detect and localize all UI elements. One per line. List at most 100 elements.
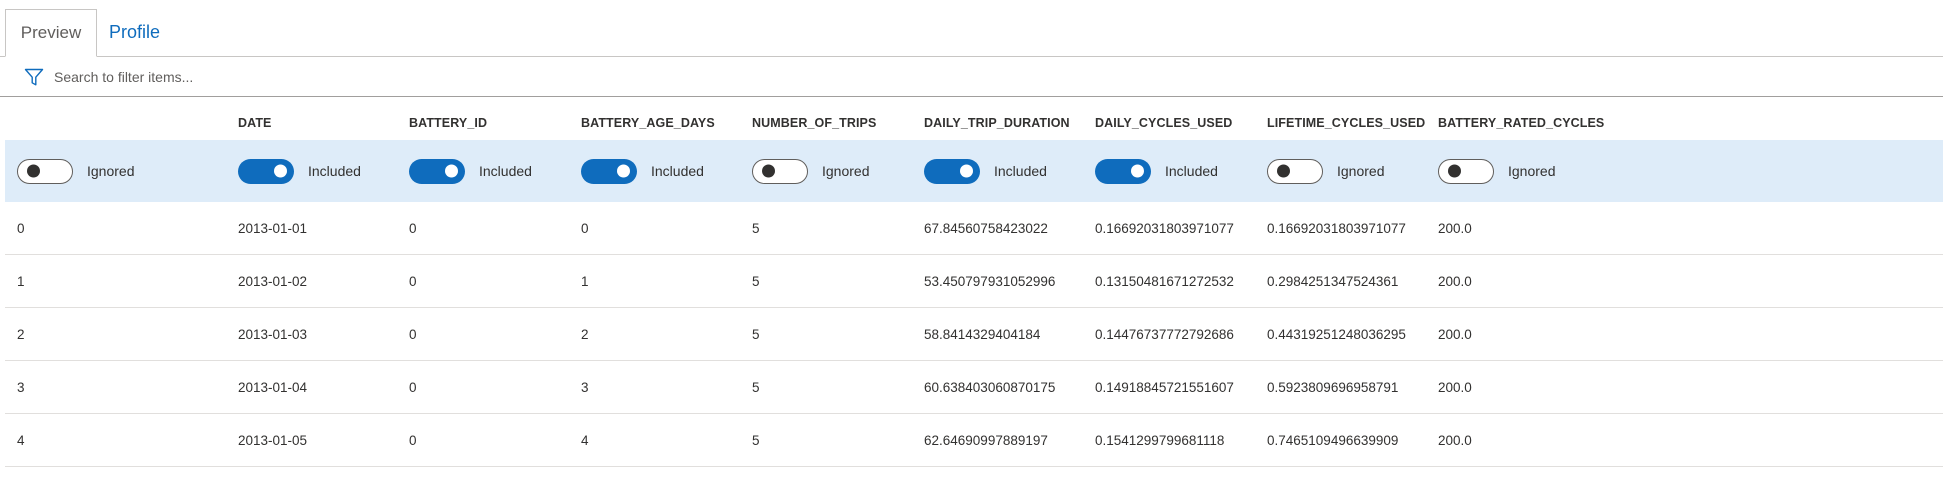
- column-header[interactable]: NUMBER_OF_TRIPS: [752, 97, 876, 140]
- table-row[interactable]: 4 2013-01-05 0 4 5 62.64690997889197 0.1541299…: [5, 414, 1943, 467]
- include-toggle[interactable]: Included: [1095, 158, 1218, 184]
- column-header[interactable]: BATTERY_AGE_DAYS: [581, 97, 715, 140]
- table-cell: 4: [581, 432, 589, 448]
- table-cell: 0.13150481671272532: [1095, 273, 1234, 289]
- column-toggle-cell: Included: [1095, 140, 1218, 202]
- column-toggle-row: Ignored Included Included Included Ignored In…: [5, 140, 1943, 202]
- table-cell: 5: [752, 432, 760, 448]
- column-header[interactable]: DAILY_TRIP_DURATION: [924, 97, 1070, 140]
- tab-profile[interactable]: Profile: [109, 9, 160, 56]
- column-toggle-cell: Ignored: [1438, 140, 1555, 202]
- column-header[interactable]: BATTERY_RATED_CYCLES: [1438, 97, 1604, 140]
- table-cell: 3: [581, 379, 589, 395]
- column-header[interactable]: DAILY_CYCLES_USED: [1095, 97, 1232, 140]
- column-header[interactable]: DATE: [238, 97, 272, 140]
- toggle-knob: [1448, 164, 1461, 178]
- column-toggle-cell: Included: [238, 140, 361, 202]
- table-cell: 0.14476737772792686: [1095, 326, 1234, 342]
- toggle-label: Ignored: [1337, 163, 1385, 179]
- column-toggle-cell: Ignored: [1267, 140, 1384, 202]
- table-cell: 3: [17, 379, 25, 395]
- toggle-switch[interactable]: [1267, 158, 1323, 184]
- filter-icon[interactable]: [24, 68, 44, 87]
- table-row[interactable]: 1 2013-01-02 0 1 5 53.450797931052996 0.131504…: [5, 255, 1943, 308]
- toggle-switch[interactable]: [924, 158, 980, 184]
- toggle-knob: [274, 164, 287, 178]
- table-cell: 0.5923809696958791: [1267, 379, 1399, 395]
- toggle-switch[interactable]: [409, 158, 465, 184]
- toggle-label: Included: [994, 163, 1047, 179]
- table-cell: 5: [752, 379, 760, 395]
- toggle-knob: [27, 164, 40, 178]
- tab-preview[interactable]: Preview: [5, 9, 97, 57]
- data-grid: DATE BATTERY_ID BATTERY_AGE_DAYS NUMBER_OF_…: [5, 97, 1943, 467]
- table-cell: 0.2984251347524361: [1267, 273, 1399, 289]
- table-cell: 0.16692031803971077: [1095, 220, 1234, 236]
- table-cell: 0: [409, 432, 417, 448]
- toggle-switch[interactable]: [581, 158, 637, 184]
- table-cell: 58.8414329404184: [924, 326, 1041, 342]
- table-cell: 2013-01-05: [238, 432, 308, 448]
- table-cell: 0.7465109496639909: [1267, 432, 1399, 448]
- table-cell: 0.14918845721551607: [1095, 379, 1234, 395]
- search-input[interactable]: [54, 66, 554, 88]
- table-cell: 0.1541299799681118: [1095, 432, 1225, 448]
- include-toggle[interactable]: Included: [581, 158, 704, 184]
- table-cell: 200.0: [1438, 220, 1472, 236]
- toggle-label: Ignored: [87, 163, 135, 179]
- column-toggle-cell: Ignored: [752, 140, 869, 202]
- toggle-knob: [762, 164, 775, 178]
- table-cell: 2: [17, 326, 25, 342]
- include-toggle[interactable]: Included: [924, 158, 1047, 184]
- table-cell: 2: [581, 326, 589, 342]
- column-header[interactable]: BATTERY_ID: [409, 97, 487, 140]
- table-cell: 0: [409, 273, 417, 289]
- table-cell: 0: [409, 379, 417, 395]
- column-header[interactable]: LIFETIME_CYCLES_USED: [1267, 97, 1425, 140]
- toggle-label: Included: [1165, 163, 1218, 179]
- toggle-label: Ignored: [822, 163, 870, 179]
- toggle-switch[interactable]: [17, 158, 73, 184]
- table-cell: 0.16692031803971077: [1267, 220, 1406, 236]
- table-cell: 0.44319251248036295: [1267, 326, 1406, 342]
- toggle-switch[interactable]: [1438, 158, 1494, 184]
- toggle-label: Included: [651, 163, 704, 179]
- include-toggle[interactable]: Ignored: [17, 158, 135, 184]
- table-cell: 62.64690997889197: [924, 432, 1048, 448]
- table-cell: 0: [17, 220, 25, 236]
- table-cell: 60.638403060870175: [924, 379, 1056, 395]
- filter-bar: [0, 57, 1943, 96]
- include-toggle[interactable]: Ignored: [752, 158, 870, 184]
- column-toggle-cell: Included: [924, 140, 1047, 202]
- toggle-switch[interactable]: [752, 158, 808, 184]
- table-cell: 1: [17, 273, 25, 289]
- toggle-switch[interactable]: [238, 158, 294, 184]
- tab-bar: Preview Profile: [0, 0, 1943, 57]
- include-toggle[interactable]: Ignored: [1438, 158, 1555, 184]
- table-cell: 200.0: [1438, 432, 1472, 448]
- toggle-knob: [445, 164, 458, 178]
- include-toggle[interactable]: Ignored: [1267, 158, 1385, 184]
- table-cell: 5: [752, 273, 760, 289]
- table-cell: 4: [17, 432, 25, 448]
- table-cell: 2013-01-04: [238, 379, 308, 395]
- toggle-knob: [960, 164, 973, 178]
- table-cell: 200.0: [1438, 326, 1472, 342]
- table-row[interactable]: 3 2013-01-04 0 3 5 60.638403060870175 0.149188…: [5, 361, 1943, 414]
- table-row[interactable]: 2 2013-01-03 0 2 5 58.8414329404184 0.14476737…: [5, 308, 1943, 361]
- table-cell: 200.0: [1438, 273, 1472, 289]
- table-cell: 2013-01-01: [238, 220, 308, 236]
- include-toggle[interactable]: Included: [238, 158, 361, 184]
- table-row[interactable]: 0 2013-01-01 0 0 5 67.84560758423022 0.1669203…: [5, 202, 1943, 255]
- toggle-knob: [1277, 164, 1290, 178]
- table-cell: 53.450797931052996: [924, 273, 1056, 289]
- table-cell: 0: [409, 326, 417, 342]
- table-cell: 0: [581, 220, 589, 236]
- table-cell: 5: [752, 220, 760, 236]
- table-cell: 67.84560758423022: [924, 220, 1048, 236]
- toggle-switch[interactable]: [1095, 158, 1151, 184]
- column-toggle-cell: Ignored: [17, 140, 134, 202]
- table-cell: 5: [752, 326, 760, 342]
- data-rows: 0 2013-01-01 0 0 5 67.84560758423022 0.1669203…: [5, 202, 1943, 467]
- include-toggle[interactable]: Included: [409, 158, 532, 184]
